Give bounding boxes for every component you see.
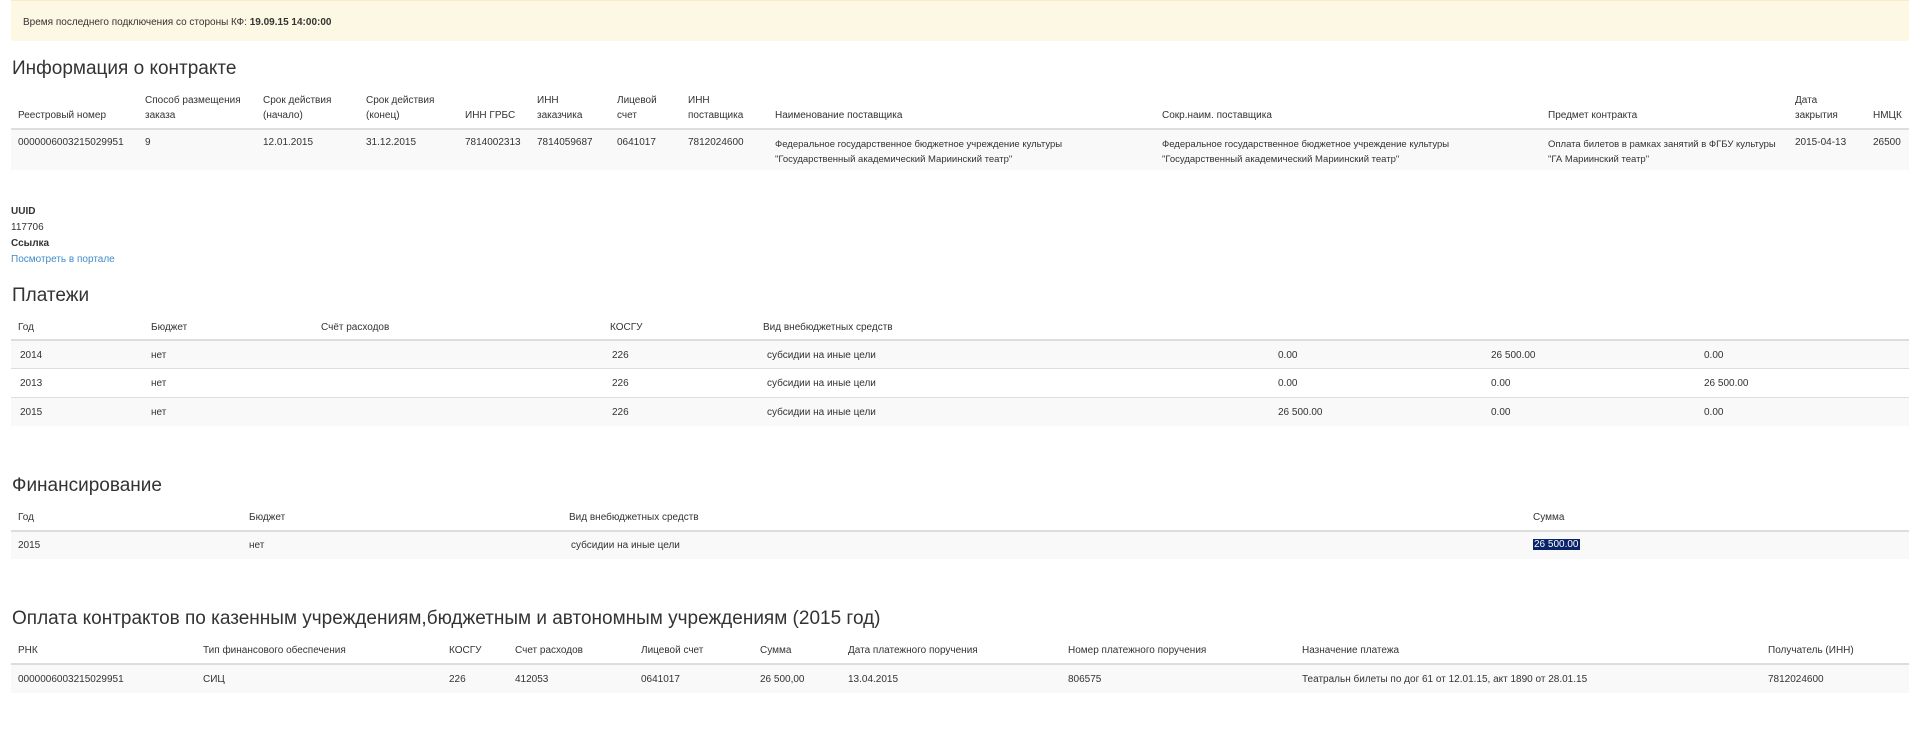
cp-header-account: Счет расходов [515,645,583,656]
pay-v2: 0.00 [1491,407,1511,418]
table-row [11,532,1909,559]
cell-subject: Оплата билетов в рамках занятий в ФГБУ к… [1548,139,1776,165]
pay-header-year: Год [18,322,34,333]
pay-year: 2013 [20,378,43,389]
contract-title: Информация о контракте [12,58,237,79]
banner-label: Время последнего подключения со стороны … [23,17,247,28]
fin-year: 2015 [18,540,41,551]
cp-account: 412053 [515,674,549,685]
cp-header-fin-type: Тип финансового обеспечения [203,645,346,656]
pay-v3: 0.00 [1704,407,1724,418]
col-header-supplier-name: Наименование поставщика [775,110,903,121]
table-row [11,398,1909,426]
cp-fin-type: СИЦ [203,674,225,685]
fin-header-year: Год [18,512,34,523]
col-header-start: Срок действия (начало) [263,95,332,121]
col-header-inn-customer: ИНН заказчика [537,95,583,121]
cp-order-num: 806575 [1068,674,1102,685]
pay-kosgu: 226 [612,407,629,418]
cell-reg: 0000006003215029951 [18,137,124,148]
pay-kosgu: 226 [612,378,629,389]
cp-rnk: 0000006003215029951 [18,674,124,685]
pay-header-account: Счёт расходов [321,322,390,333]
cell-inn-grbs: 7814002313 [465,137,521,148]
pay-v2: 26 500.00 [1491,350,1536,361]
link-label: Ссылка [11,238,50,249]
pay-header-kind: Вид внебюджетных средств [763,322,893,333]
pay-v1: 0.00 [1278,378,1298,389]
pay-kind: субсидии на иные цели [767,350,876,361]
contract-payments-title: Оплата контрактов по казенным учреждения… [12,608,881,629]
banner-text: Время последнего подключения со стороны … [23,17,331,28]
cell-end: 31.12.2015 [366,137,417,148]
cell-supplier-short: Федеральное государственное бюджетное уч… [1162,139,1450,165]
pay-header-kosgu: КОСГУ [610,322,643,333]
col-header-subject: Предмет контракта [1548,110,1638,121]
connection-banner: Время последнего подключения со стороны … [11,0,1909,41]
cp-recipient: 7812024600 [1768,674,1824,685]
pay-v1: 26 500.00 [1278,407,1323,418]
cp-header-order-date: Дата платежного поручения [848,645,978,656]
cp-header-personal: Лицевой счет [641,645,704,656]
col-header-inn-grbs: ИНН ГРБС [465,110,516,121]
cp-header-recipient: Получатель (ИНН) [1768,645,1854,656]
uuid-value: 117706 [11,222,44,233]
col-header-inn-supplier: ИНН поставщика [688,95,744,121]
pay-budget: нет [151,378,167,389]
cp-purpose: Театральн билеты по дог 61 от 12.01.15, … [1302,674,1588,685]
col-header-close-date: Дата закрытия [1795,95,1838,121]
pay-kind: субсидии на иные цели [767,378,876,389]
pay-kind: субсидии на иные цели [767,407,876,418]
cp-header-purpose: Назначение платежа [1302,645,1400,656]
pay-year: 2014 [20,350,43,361]
cp-sum: 26 500,00 [760,674,805,685]
portal-link[interactable]: Посмотреть в портале [11,254,115,265]
cell-supplier-name: Федеральное государственное бюджетное уч… [775,139,1063,165]
fin-budget: нет [249,540,265,551]
pay-v1: 0.00 [1278,350,1298,361]
pay-header-budget: Бюджет [151,322,188,333]
cp-personal: 0641017 [641,674,680,685]
cp-header-rnk: РНК [18,645,38,656]
fin-header-sum: Сумма [1533,512,1565,523]
banner-timestamp: 19.09.15 14:00:00 [249,17,332,28]
fin-sum-selected[interactable]: 26 500.00 [1533,539,1580,550]
col-header-supplier-short: Сокр.наим. поставщика [1162,110,1272,121]
cp-header-sum: Сумма [760,645,792,656]
col-header-account: Лицевой счет [617,95,657,121]
col-header-nmck: НМЦК [1873,110,1902,121]
pay-year: 2015 [20,407,43,418]
table-row [11,665,1909,693]
uuid-label: UUID [11,206,36,217]
cell-start: 12.01.2015 [263,137,314,148]
pay-v3: 0.00 [1704,350,1724,361]
cp-header-kosgu: КОСГУ [449,645,482,656]
pay-v2: 0.00 [1491,378,1511,389]
col-header-method: Способ размещения заказа [145,95,241,121]
payments-title: Платежи [12,285,90,306]
financing-title: Финансирование [12,475,162,496]
table-row [11,369,1909,397]
fin-kind: субсидии на иные цели [571,540,680,551]
cp-kosgu: 226 [449,674,466,685]
cell-inn-supplier: 7812024600 [688,137,744,148]
cell-method: 9 [145,137,151,148]
col-header-end: Срок действия (конец) [366,95,435,121]
cell-close-date: 2015-04-13 [1795,137,1847,148]
pay-budget: нет [151,407,167,418]
pay-v3: 26 500.00 [1704,378,1749,389]
fin-header-budget: Бюджет [249,512,286,523]
pay-budget: нет [151,350,167,361]
col-header-reg: Реестровый номер [18,110,107,121]
cp-order-date: 13.04.2015 [848,674,899,685]
table-row [11,341,1909,368]
cell-inn-customer: 7814059687 [537,137,593,148]
cell-account: 0641017 [617,137,656,148]
cell-nmck: 26500 [1873,137,1901,148]
cp-header-order-num: Номер платежного поручения [1068,645,1207,656]
fin-header-kind: Вид внебюджетных средств [569,512,699,523]
pay-kosgu: 226 [612,350,629,361]
